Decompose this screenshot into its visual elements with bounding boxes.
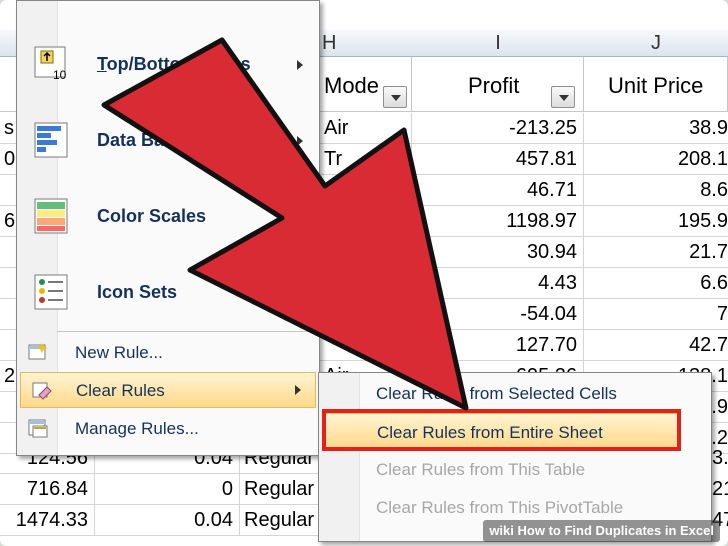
header-unit-price-label: Unit Price	[608, 73, 704, 98]
submenu-label-pivot-table: Clear Rules from This PivotTable	[376, 498, 624, 517]
submenu-item-this-table: Clear Rules from This Table	[321, 451, 709, 487]
cell[interactable]: 3.9	[712, 443, 728, 474]
cell-unit[interactable]: 208.1	[584, 144, 728, 175]
menu-label-new-rule: New Rule...	[75, 343, 163, 362]
header-mode-label: Mode	[324, 73, 380, 98]
menu-label-clear-rules: Clear Rules	[76, 381, 165, 400]
header-cell-unit-price[interactable]: Unit Price	[584, 57, 728, 112]
menu-label-icon-sets: Icon Sets	[97, 282, 178, 302]
cell[interactable]: 21.7	[712, 474, 728, 505]
cell-profit[interactable]: 127.70	[412, 330, 584, 361]
cell-profit[interactable]: -213.25	[412, 113, 584, 144]
submenu-item-selected-cells[interactable]: Clear Rules from Selected Cells	[321, 375, 709, 411]
new-rule-icon	[28, 343, 48, 360]
conditional-formatting-menu: 10 Top/Bottom Rules Data Bars Color Scal…	[16, 0, 320, 456]
column-header-i[interactable]: I	[412, 30, 585, 57]
submenu-arrow-icon	[295, 385, 301, 395]
header-profit-label: Profit	[468, 73, 520, 98]
filter-dropdown-profit[interactable]	[551, 86, 575, 108]
menu-separator	[57, 331, 319, 332]
menu-label-manage-rules: Manage Rules...	[75, 419, 199, 438]
data-bars-icon	[34, 122, 68, 158]
menu-item-new-rule[interactable]: New Rule...	[17, 335, 319, 371]
cell-mode[interactable]: Air	[320, 113, 412, 144]
cell-mode[interactable]	[320, 268, 412, 299]
menu-label-top-bottom-rules: Top/Bottom Rules	[97, 54, 251, 74]
cell-profit[interactable]: 30.94	[412, 237, 584, 268]
menu-item-icon-sets[interactable]: Icon Sets	[17, 259, 319, 329]
cell-unit[interactable]: 38.9	[584, 113, 728, 144]
svg-text:10: 10	[53, 68, 67, 82]
icon-sets-icon	[34, 274, 68, 310]
header-cell-mode[interactable]: Mode	[320, 57, 412, 112]
watermark-title: How to Find Duplicates in Excel	[517, 523, 714, 538]
cell-mode[interactable]	[320, 175, 412, 206]
cell-profit[interactable]: 4.43	[412, 268, 584, 299]
menu-item-top-bottom-rules[interactable]: 10 Top/Bottom Rules	[17, 31, 319, 101]
submenu-arrow-icon	[297, 136, 303, 146]
cell[interactable]: 1474.33	[0, 505, 95, 536]
screenshot-frame: H I J Mode Profit Unit Price s Air -213.25…	[0, 0, 728, 546]
cell-mode[interactable]	[320, 299, 412, 330]
cell-mode[interactable]: Tr	[320, 144, 412, 175]
cell-profit[interactable]: 457.81	[412, 144, 584, 175]
clear-rules-submenu: Clear Rules from Selected Cells Clear Ru…	[318, 372, 712, 542]
top-bottom-rules-icon: 10	[34, 46, 67, 82]
clear-rules-eraser-icon	[32, 382, 52, 400]
cell-mode[interactable]	[320, 237, 412, 268]
watermark-brand: wiki	[489, 523, 514, 538]
cell-unit[interactable]: 8.6	[584, 175, 728, 206]
cell-profit[interactable]: 46.71	[412, 175, 584, 206]
column-header-j[interactable]: J	[584, 30, 728, 57]
cell-unit[interactable]: 21.7	[584, 237, 728, 268]
cell-unit[interactable]: 195.9	[584, 206, 728, 237]
submenu-label-this-table: Clear Rules from This Table	[376, 460, 586, 479]
cell[interactable]: 0.04	[95, 505, 240, 536]
menu-item-data-bars[interactable]: Data Bars	[17, 107, 319, 177]
color-scales-icon	[34, 198, 68, 234]
cell-mode[interactable]	[320, 330, 412, 361]
submenu-arrow-icon	[297, 60, 303, 70]
cell[interactable]: Regular	[240, 505, 320, 536]
cell[interactable]: 716.84	[0, 474, 95, 505]
filter-dropdown-mode[interactable]	[383, 86, 407, 108]
menu-item-color-scales[interactable]: Color Scales	[17, 183, 319, 253]
highlight-outline	[322, 409, 681, 451]
cell-unit[interactable]: 7	[584, 299, 728, 330]
column-header-h[interactable]: H	[320, 30, 415, 57]
menu-label-color-scales: Color Scales	[97, 206, 207, 226]
cell[interactable]: Regular	[240, 474, 320, 505]
header-cell-profit[interactable]: Profit	[412, 57, 584, 112]
cell-profit[interactable]: -54.04	[412, 299, 584, 330]
manage-rules-icon	[28, 419, 48, 438]
cell[interactable]: 0	[95, 474, 240, 505]
watermark: wiki How to Find Duplicates in Excel	[483, 520, 720, 542]
submenu-label-selected-cells: Clear Rules from Selected Cells	[376, 384, 617, 403]
menu-item-manage-rules[interactable]: Manage Rules...	[17, 411, 319, 447]
cell-profit[interactable]: 1198.97	[412, 206, 584, 237]
menu-item-clear-rules[interactable]: Clear Rules	[20, 372, 316, 408]
cell-unit[interactable]: 6.6	[584, 268, 728, 299]
cell-unit[interactable]: 42.7	[584, 330, 728, 361]
cell-mode[interactable]	[320, 206, 412, 237]
menu-label-data-bars: Data Bars	[97, 130, 182, 150]
